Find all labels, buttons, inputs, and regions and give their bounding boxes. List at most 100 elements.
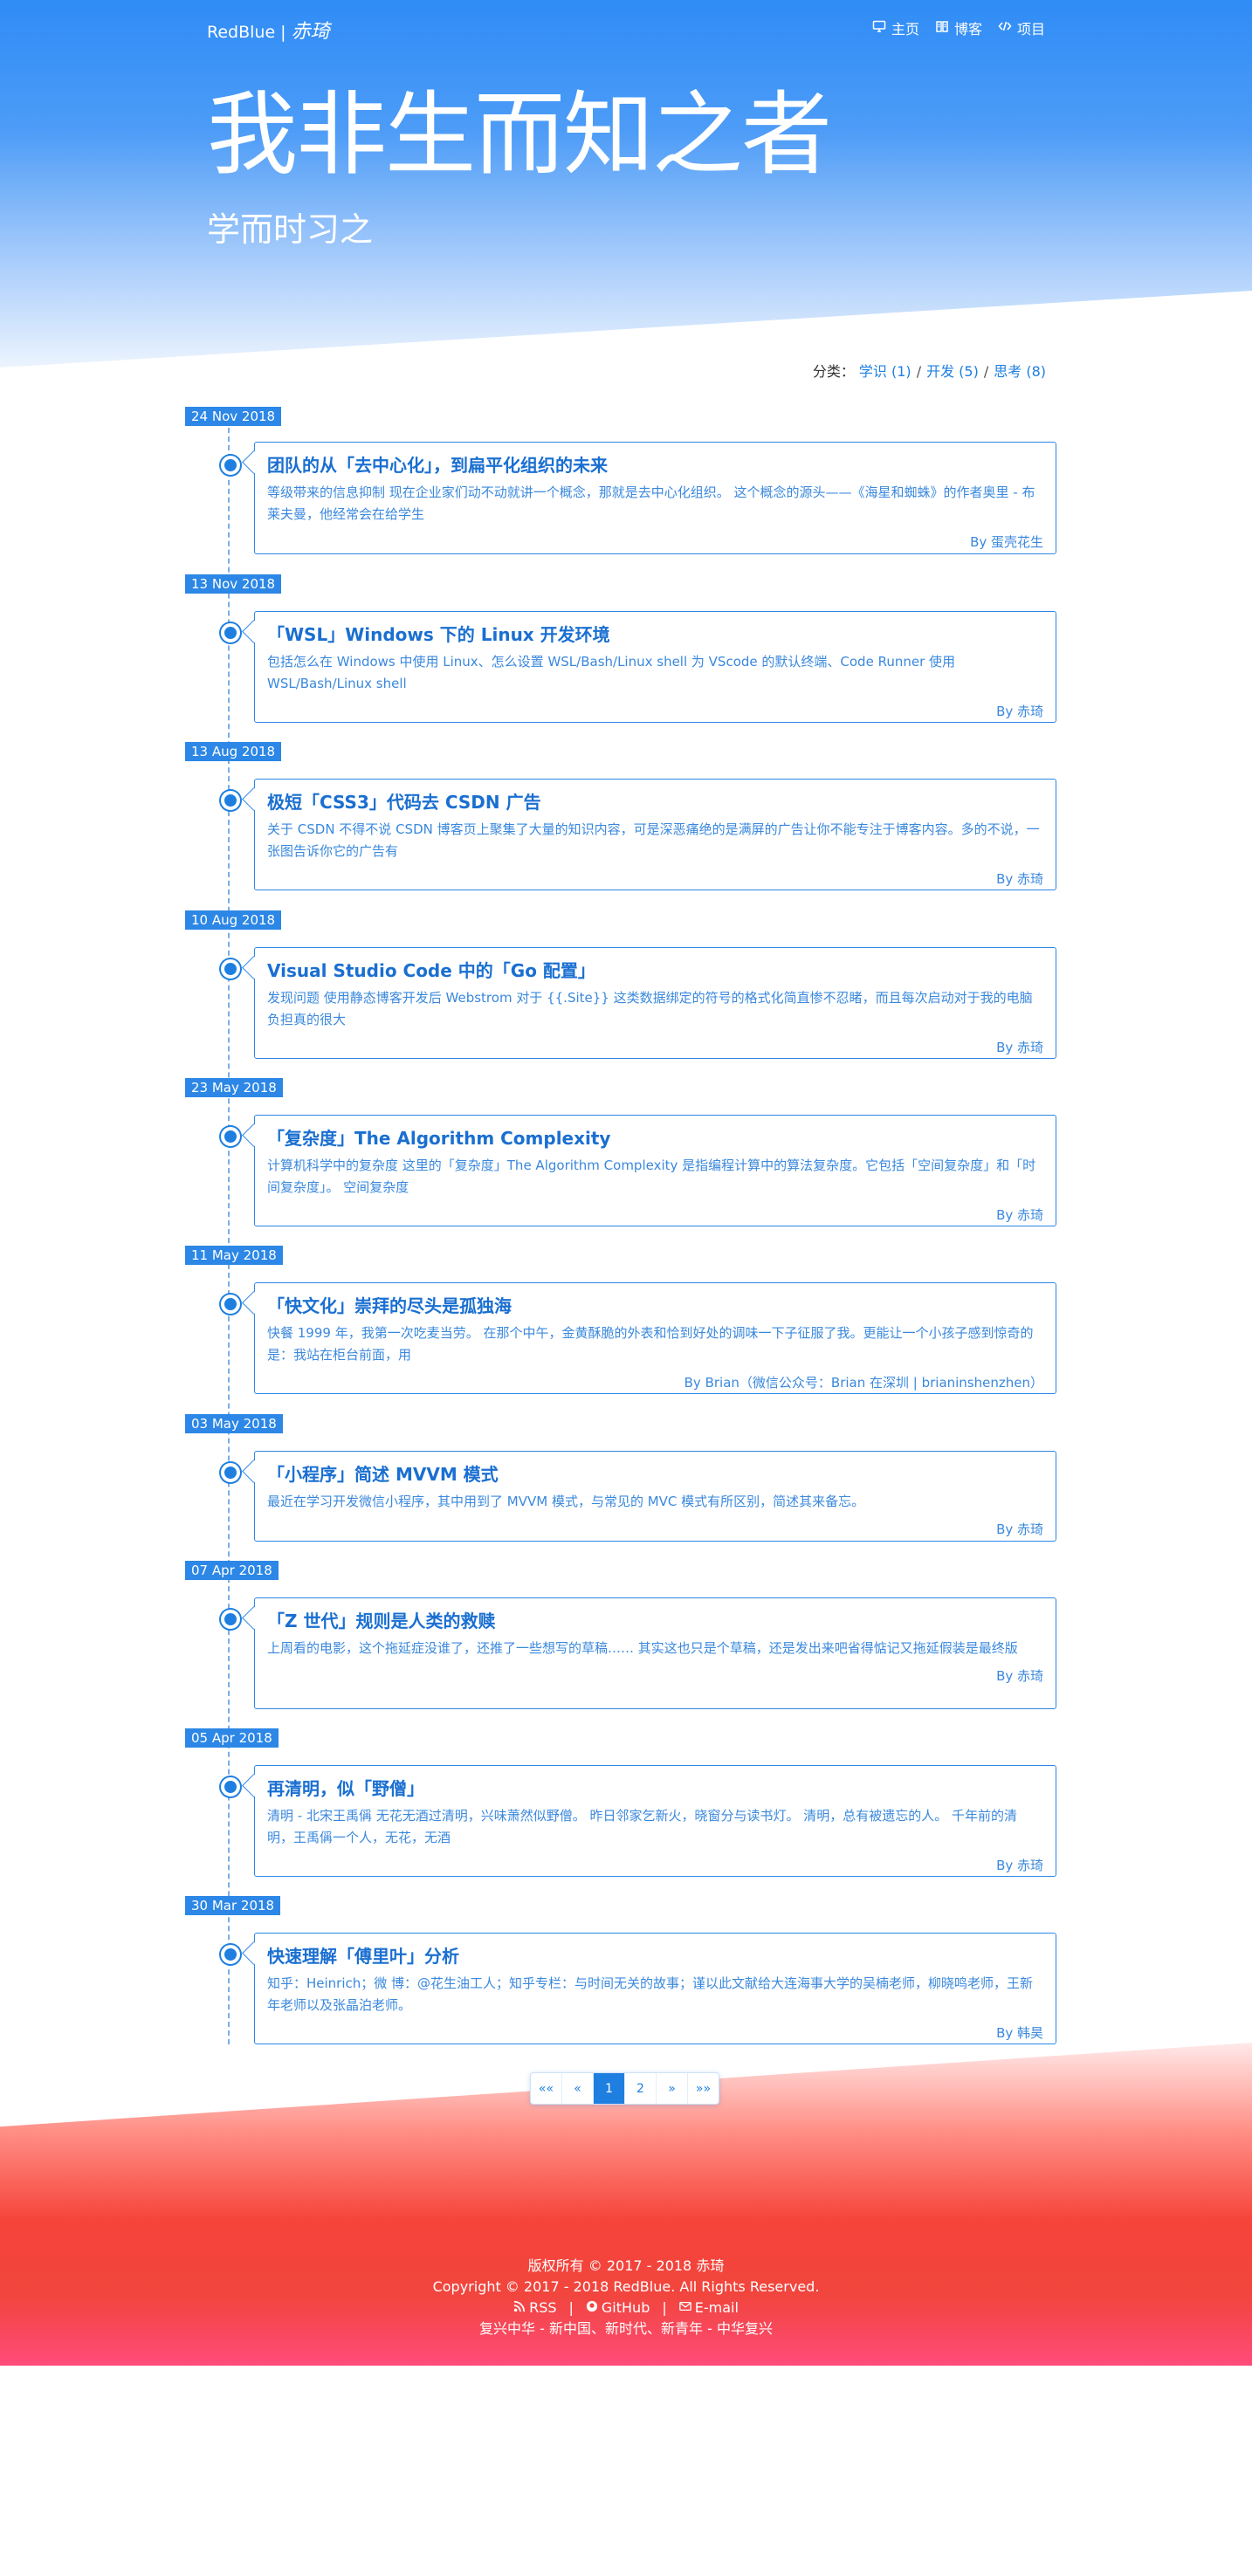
timeline-dot: [221, 1463, 240, 1482]
rss-icon: [513, 2298, 526, 2318]
page-1-button[interactable]: 1: [594, 2073, 625, 2104]
post-date: 05 Apr 2018: [185, 1728, 279, 1748]
post-card[interactable]: 团队的从「去中心化」，到扁平化组织的未来 等级带来的信息抑制 现在企业家们动不动…: [254, 442, 1056, 554]
timeline-dot: [221, 1777, 240, 1796]
post-title[interactable]: 再清明，似「野僧」: [267, 1775, 1043, 1800]
next-page-button[interactable]: »: [657, 2073, 688, 2104]
post-date: 13 Nov 2018: [185, 574, 282, 594]
hero-title: 我非生而知之者: [207, 81, 832, 188]
last-page-button[interactable]: »»: [688, 2073, 719, 2104]
post-author: By 赤琦: [996, 871, 1043, 887]
post-author: By 蛋壳花生: [970, 534, 1043, 550]
post-excerpt: 计算机科学中的复杂度 这里的「复杂度」The Algorithm Complex…: [267, 1157, 1036, 1195]
post-card[interactable]: 「复杂度」The Algorithm Complexity 计算机科学中的复杂度…: [254, 1115, 1056, 1226]
post-title[interactable]: 极短「CSS3」代码去 CSDN 广告: [267, 788, 1043, 814]
post-title[interactable]: 团队的从「去中心化」，到扁平化组织的未来: [267, 451, 1043, 477]
timeline-dot: [221, 1945, 240, 1964]
post-excerpt: 知乎：Heinrich；微 博：@花生油工人；知乎专栏：与时间无关的故事；谨以此…: [267, 1975, 1034, 2013]
post-card[interactable]: 极短「CSS3」代码去 CSDN 广告 关于 CSDN 不得不说 CSDN 博客…: [254, 779, 1056, 890]
post-date: 07 Apr 2018: [185, 1561, 279, 1580]
post-card[interactable]: 「小程序」简述 MVVM 模式 最近在学习开发微信小程序，其中用到了 MVVM …: [254, 1451, 1056, 1542]
footer-link-label: RSS: [529, 2299, 557, 2316]
nav-links: 主页 博客 项目: [872, 17, 1045, 38]
nav-link-label: 博客: [953, 21, 982, 38]
nav-link-home[interactable]: 主页: [872, 17, 919, 38]
footer-divider: |: [662, 2299, 667, 2316]
timeline-dot: [221, 1127, 240, 1146]
post-author: By 赤琦: [996, 1668, 1043, 1684]
footer-copyright-cn: 版权所有 © 2017 - 2018 赤琦: [527, 2257, 725, 2274]
post-date: 24 Nov 2018: [185, 407, 282, 426]
page-2-button[interactable]: 2: [625, 2073, 657, 2104]
category-learning[interactable]: 学识 (1): [859, 363, 911, 380]
footer-link-email[interactable]: E-mail: [678, 2298, 739, 2318]
footer-slogan: 复兴中华 - 新中国、新时代、新青年 - 中华复兴: [479, 2320, 773, 2337]
nav-link-blog[interactable]: 博客: [935, 17, 982, 38]
post-excerpt: 清明 - 北宋王禹偁 无花无酒过清明，兴味萧然似野僧。 昨日邻家乞新火，晓窗分与…: [267, 1808, 1018, 1845]
post-excerpt: 等级带来的信息抑制 现在企业家们动不动就讲一个概念，那就是去中心化组织。 这个概…: [267, 484, 1035, 522]
brand-separator: |: [280, 23, 286, 42]
post-title[interactable]: 快速理解「傅里叶」分析: [267, 1942, 1043, 1968]
post-excerpt: 最近在学习开发微信小程序，其中用到了 MVVM 模式，与常见的 MVC 模式有所…: [267, 1494, 865, 1509]
post-title[interactable]: 「Z 世代」规则是人类的救赎: [267, 1607, 1043, 1632]
category-divider: /: [983, 363, 989, 380]
footer-link-rss[interactable]: RSS: [513, 2298, 557, 2318]
pagination: «« « 1 2 » »»: [530, 2072, 719, 2105]
post-title[interactable]: 「小程序」简述 MVVM 模式: [267, 1460, 1043, 1486]
post-date: 13 Aug 2018: [185, 742, 282, 761]
github-icon: [586, 2298, 598, 2318]
footer-link-label: GitHub: [601, 2299, 650, 2316]
post-author: By 赤琦: [996, 1522, 1043, 1537]
footer-links: RSS | GitHub | E-mail: [513, 2298, 739, 2318]
post-date: 23 May 2018: [185, 1078, 283, 1097]
timeline-dot: [221, 456, 240, 475]
post-date: 11 May 2018: [185, 1246, 283, 1265]
footer-divider: |: [568, 2299, 574, 2316]
post-title[interactable]: 「WSL」Windows 下的 Linux 开发环境: [267, 621, 1043, 646]
prev-page-button[interactable]: «: [562, 2073, 594, 2104]
post-author: By 韩昊: [996, 2025, 1043, 2041]
post-excerpt: 发现问题 使用静态博客开发后 Webstrom 对于 {{.Site}} 这类数…: [267, 990, 1033, 1027]
post-card[interactable]: Visual Studio Code 中的「Go 配置」 发现问题 使用静态博客…: [254, 947, 1056, 1059]
monitor-icon: [872, 19, 886, 37]
post-card[interactable]: 「WSL」Windows 下的 Linux 开发环境 包括怎么在 Windows…: [254, 611, 1056, 723]
post-title[interactable]: 「快文化」崇拜的尽头是孤独海: [267, 1292, 1043, 1317]
category-label: 分类：: [812, 363, 855, 380]
brand-signature: 赤琦: [291, 21, 330, 43]
mail-icon: [678, 2298, 691, 2318]
post-card[interactable]: 再清明，似「野僧」 清明 - 北宋王禹偁 无花无酒过清明，兴味萧然似野僧。 昨日…: [254, 1765, 1056, 1877]
category-development[interactable]: 开发 (5): [926, 363, 979, 380]
timeline-dot: [221, 1610, 240, 1629]
post-title[interactable]: 「复杂度」The Algorithm Complexity: [267, 1124, 1043, 1150]
footer-link-label: E-mail: [694, 2299, 739, 2316]
footer-copyright-en: Copyright © 2017 - 2018 RedBlue. All Rig…: [432, 2278, 820, 2295]
first-page-button[interactable]: ««: [531, 2073, 562, 2104]
timeline-line: [228, 419, 230, 2044]
footer: 版权所有 © 2017 - 2018 赤琦 Copyright © 2017 -…: [0, 2256, 1252, 2339]
timeline-dot: [221, 623, 240, 642]
post-author: By 赤琦: [996, 1207, 1043, 1223]
code-icon: [998, 19, 1012, 37]
post-card[interactable]: 「快文化」崇拜的尽头是孤独海 快餐 1999 年，我第一次吃麦当劳。 在那个中午…: [254, 1282, 1056, 1394]
footer-link-github[interactable]: GitHub: [586, 2298, 650, 2318]
post-excerpt: 包括怎么在 Windows 中使用 Linux、怎么设置 WSL/Bash/Li…: [267, 654, 956, 691]
brand[interactable]: RedBlue | 赤琦: [207, 16, 330, 44]
post-card[interactable]: 「Z 世代」规则是人类的救赎 上周看的电影，这个拖延症没谁了，还推了一些想写的草…: [254, 1597, 1056, 1709]
nav-link-projects[interactable]: 项目: [998, 17, 1045, 38]
post-card[interactable]: 快速理解「傅里叶」分析 知乎：Heinrich；微 博：@花生油工人；知乎专栏：…: [254, 1933, 1056, 2044]
timeline-dot: [221, 791, 240, 810]
book-icon: [935, 19, 949, 37]
post-excerpt: 上周看的电影，这个拖延症没谁了，还推了一些想写的草稿…… 其实这也只是个草稿，还…: [267, 1640, 1018, 1656]
post-date: 10 Aug 2018: [185, 910, 282, 930]
post-author: By Brian（微信公众号：Brian 在深圳 | brianinshenzh…: [684, 1375, 1043, 1391]
category-thinking[interactable]: 思考 (8): [994, 363, 1046, 380]
timeline-dot: [221, 1295, 240, 1314]
timeline-dot: [221, 959, 240, 979]
post-excerpt: 快餐 1999 年，我第一次吃麦当劳。 在那个中午，金黄酥脆的外表和恰到好处的调…: [267, 1325, 1034, 1363]
brand-name: RedBlue: [207, 23, 276, 42]
post-author: By 赤琦: [996, 704, 1043, 719]
top-nav: RedBlue | 赤琦 主页 博客 项目: [207, 16, 1045, 44]
post-excerpt: 关于 CSDN 不得不说 CSDN 博客页上聚集了大量的知识内容，可是深恶痛绝的…: [267, 821, 1040, 859]
post-title[interactable]: Visual Studio Code 中的「Go 配置」: [267, 957, 1043, 982]
post-date: 30 Mar 2018: [185, 1896, 281, 1915]
